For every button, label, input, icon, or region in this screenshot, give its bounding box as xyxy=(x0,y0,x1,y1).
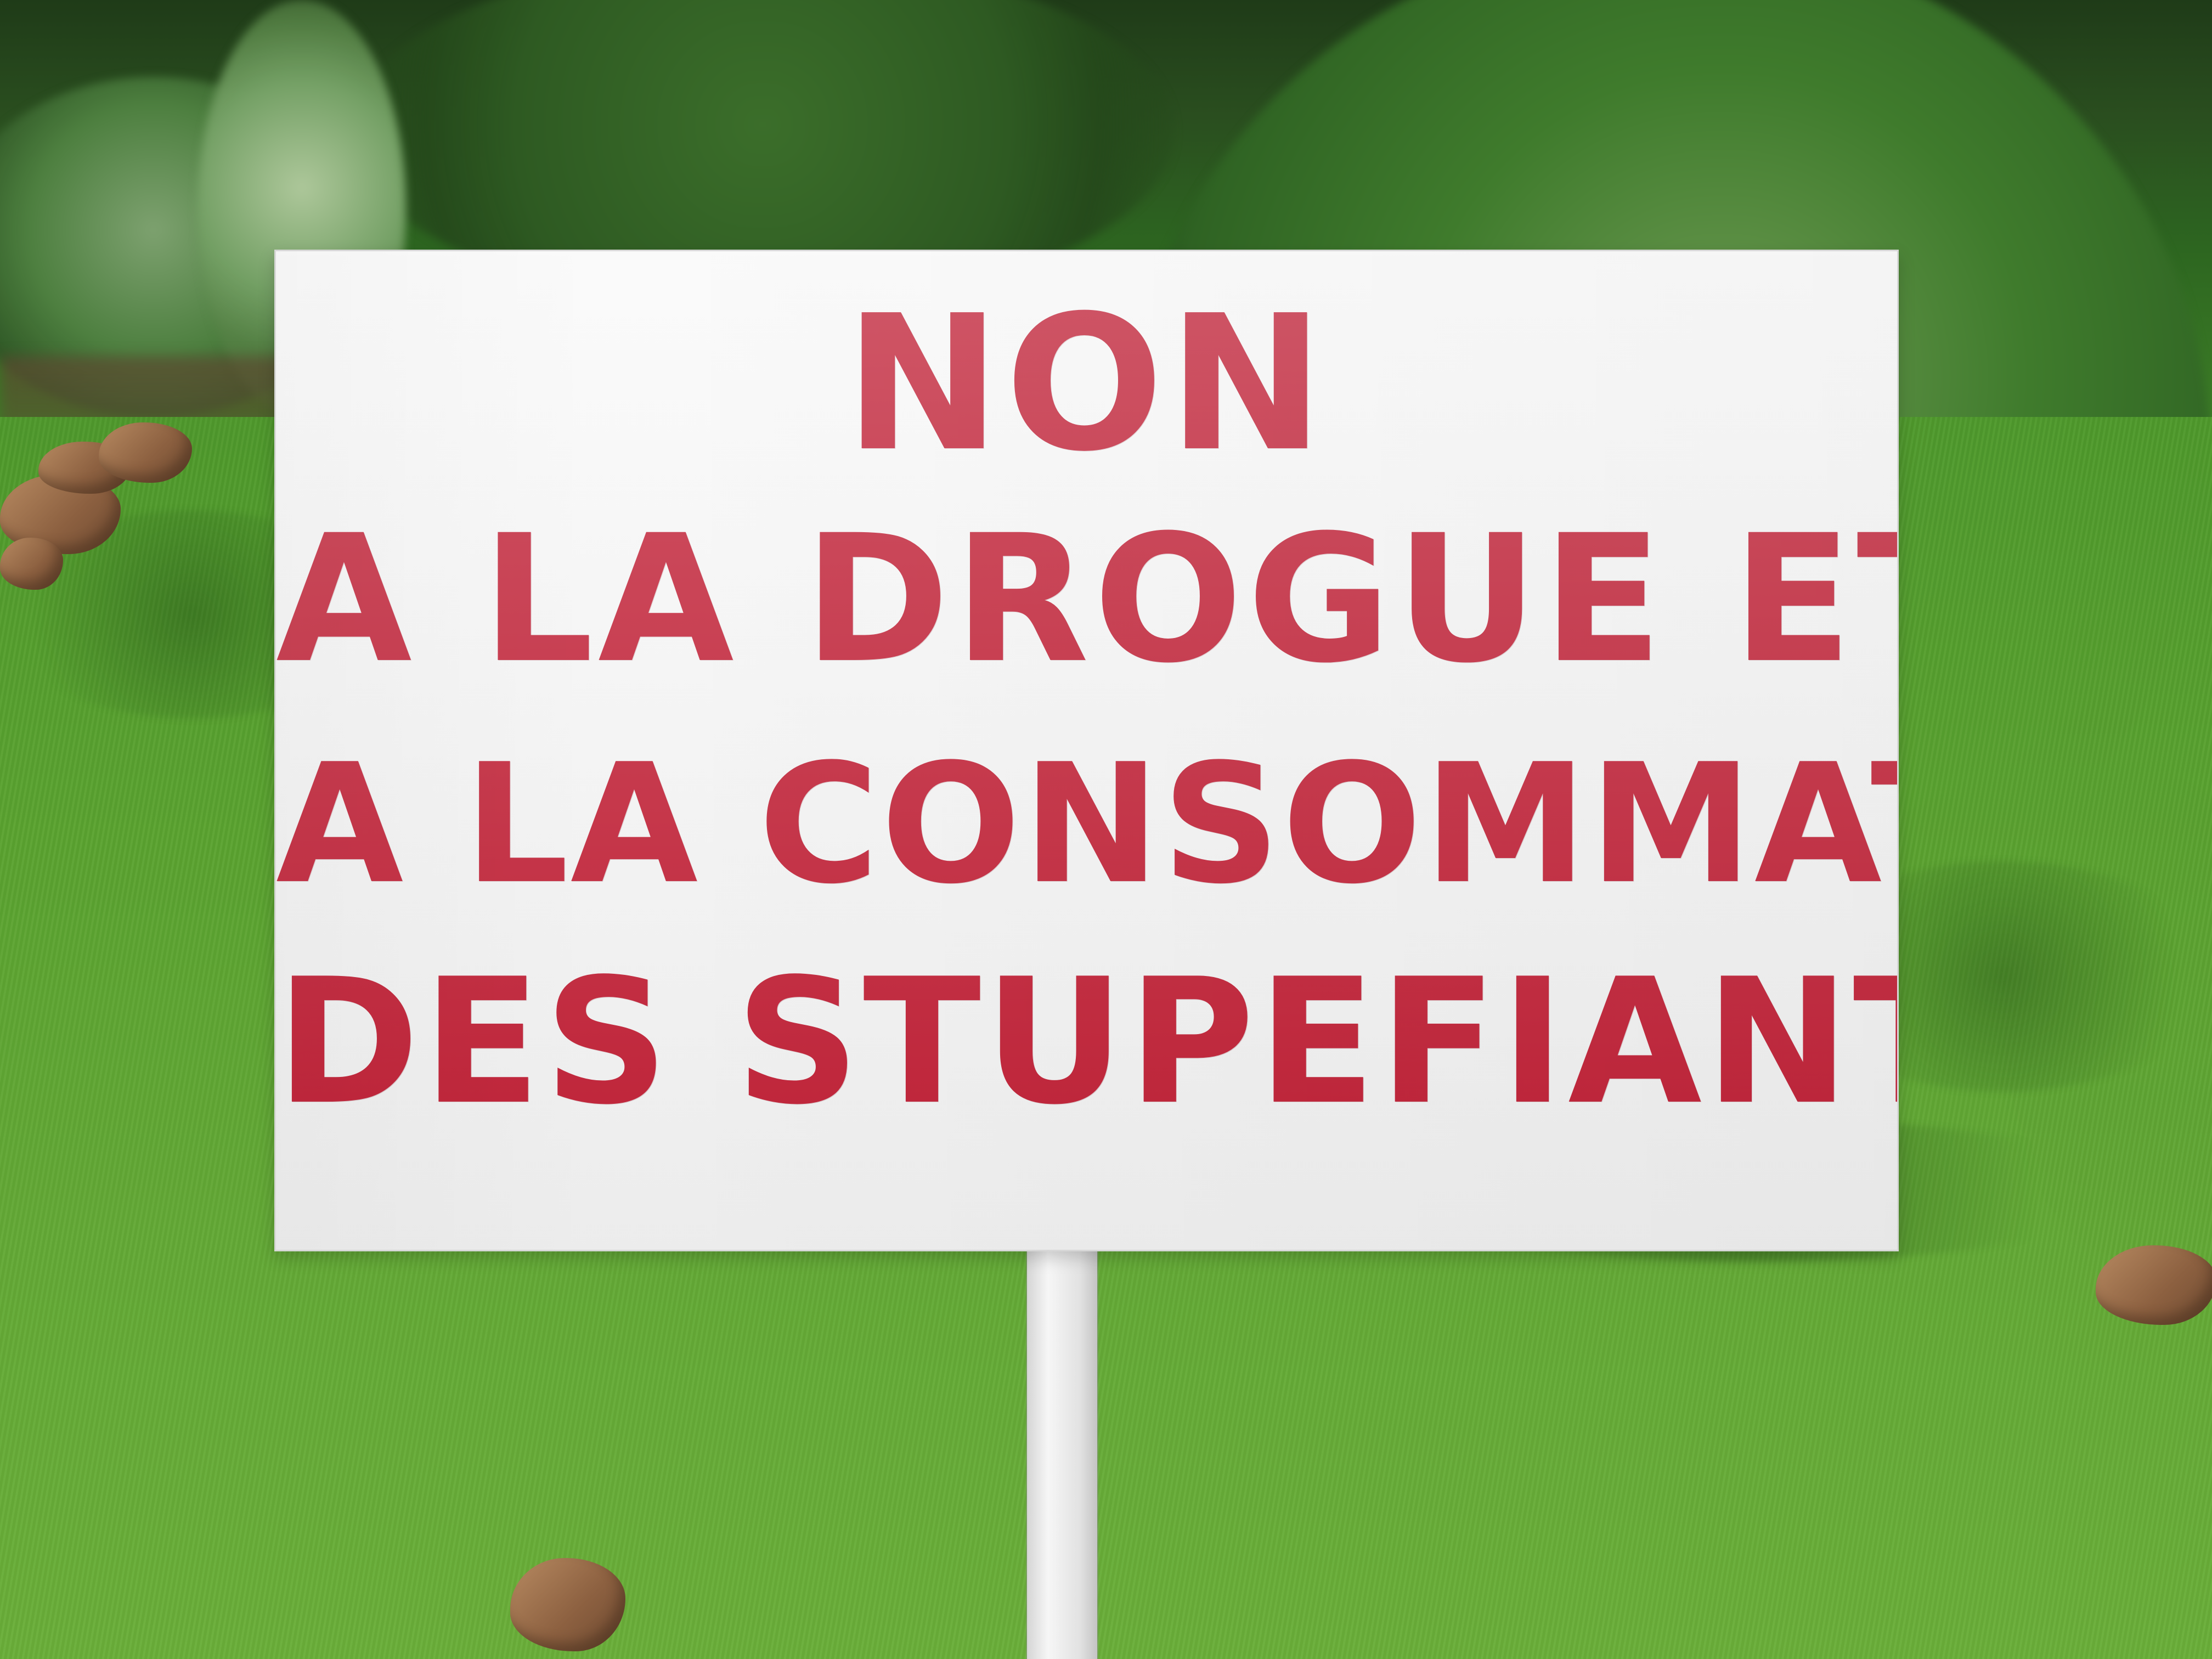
garden-rock xyxy=(99,422,192,483)
warning-sign: NON A LA DROGUE ET A LA CONSOMMATION DES… xyxy=(274,250,1899,1251)
sign-line-2: A LA DROGUE ET xyxy=(276,498,1899,702)
garden-rock xyxy=(0,538,63,590)
sign-line-4: DES STUPEFIANTS xyxy=(276,942,1897,1143)
photo-scene: NON A LA DROGUE ET A LA CONSOMMATION DES… xyxy=(0,0,2212,1659)
garden-rock xyxy=(510,1558,625,1651)
sign-post xyxy=(1027,1237,1097,1659)
garden-rock xyxy=(2096,1245,2212,1325)
sign-line-3: A LA CONSOMMATION xyxy=(276,729,1897,920)
sign-line-1: NON xyxy=(844,275,1329,493)
